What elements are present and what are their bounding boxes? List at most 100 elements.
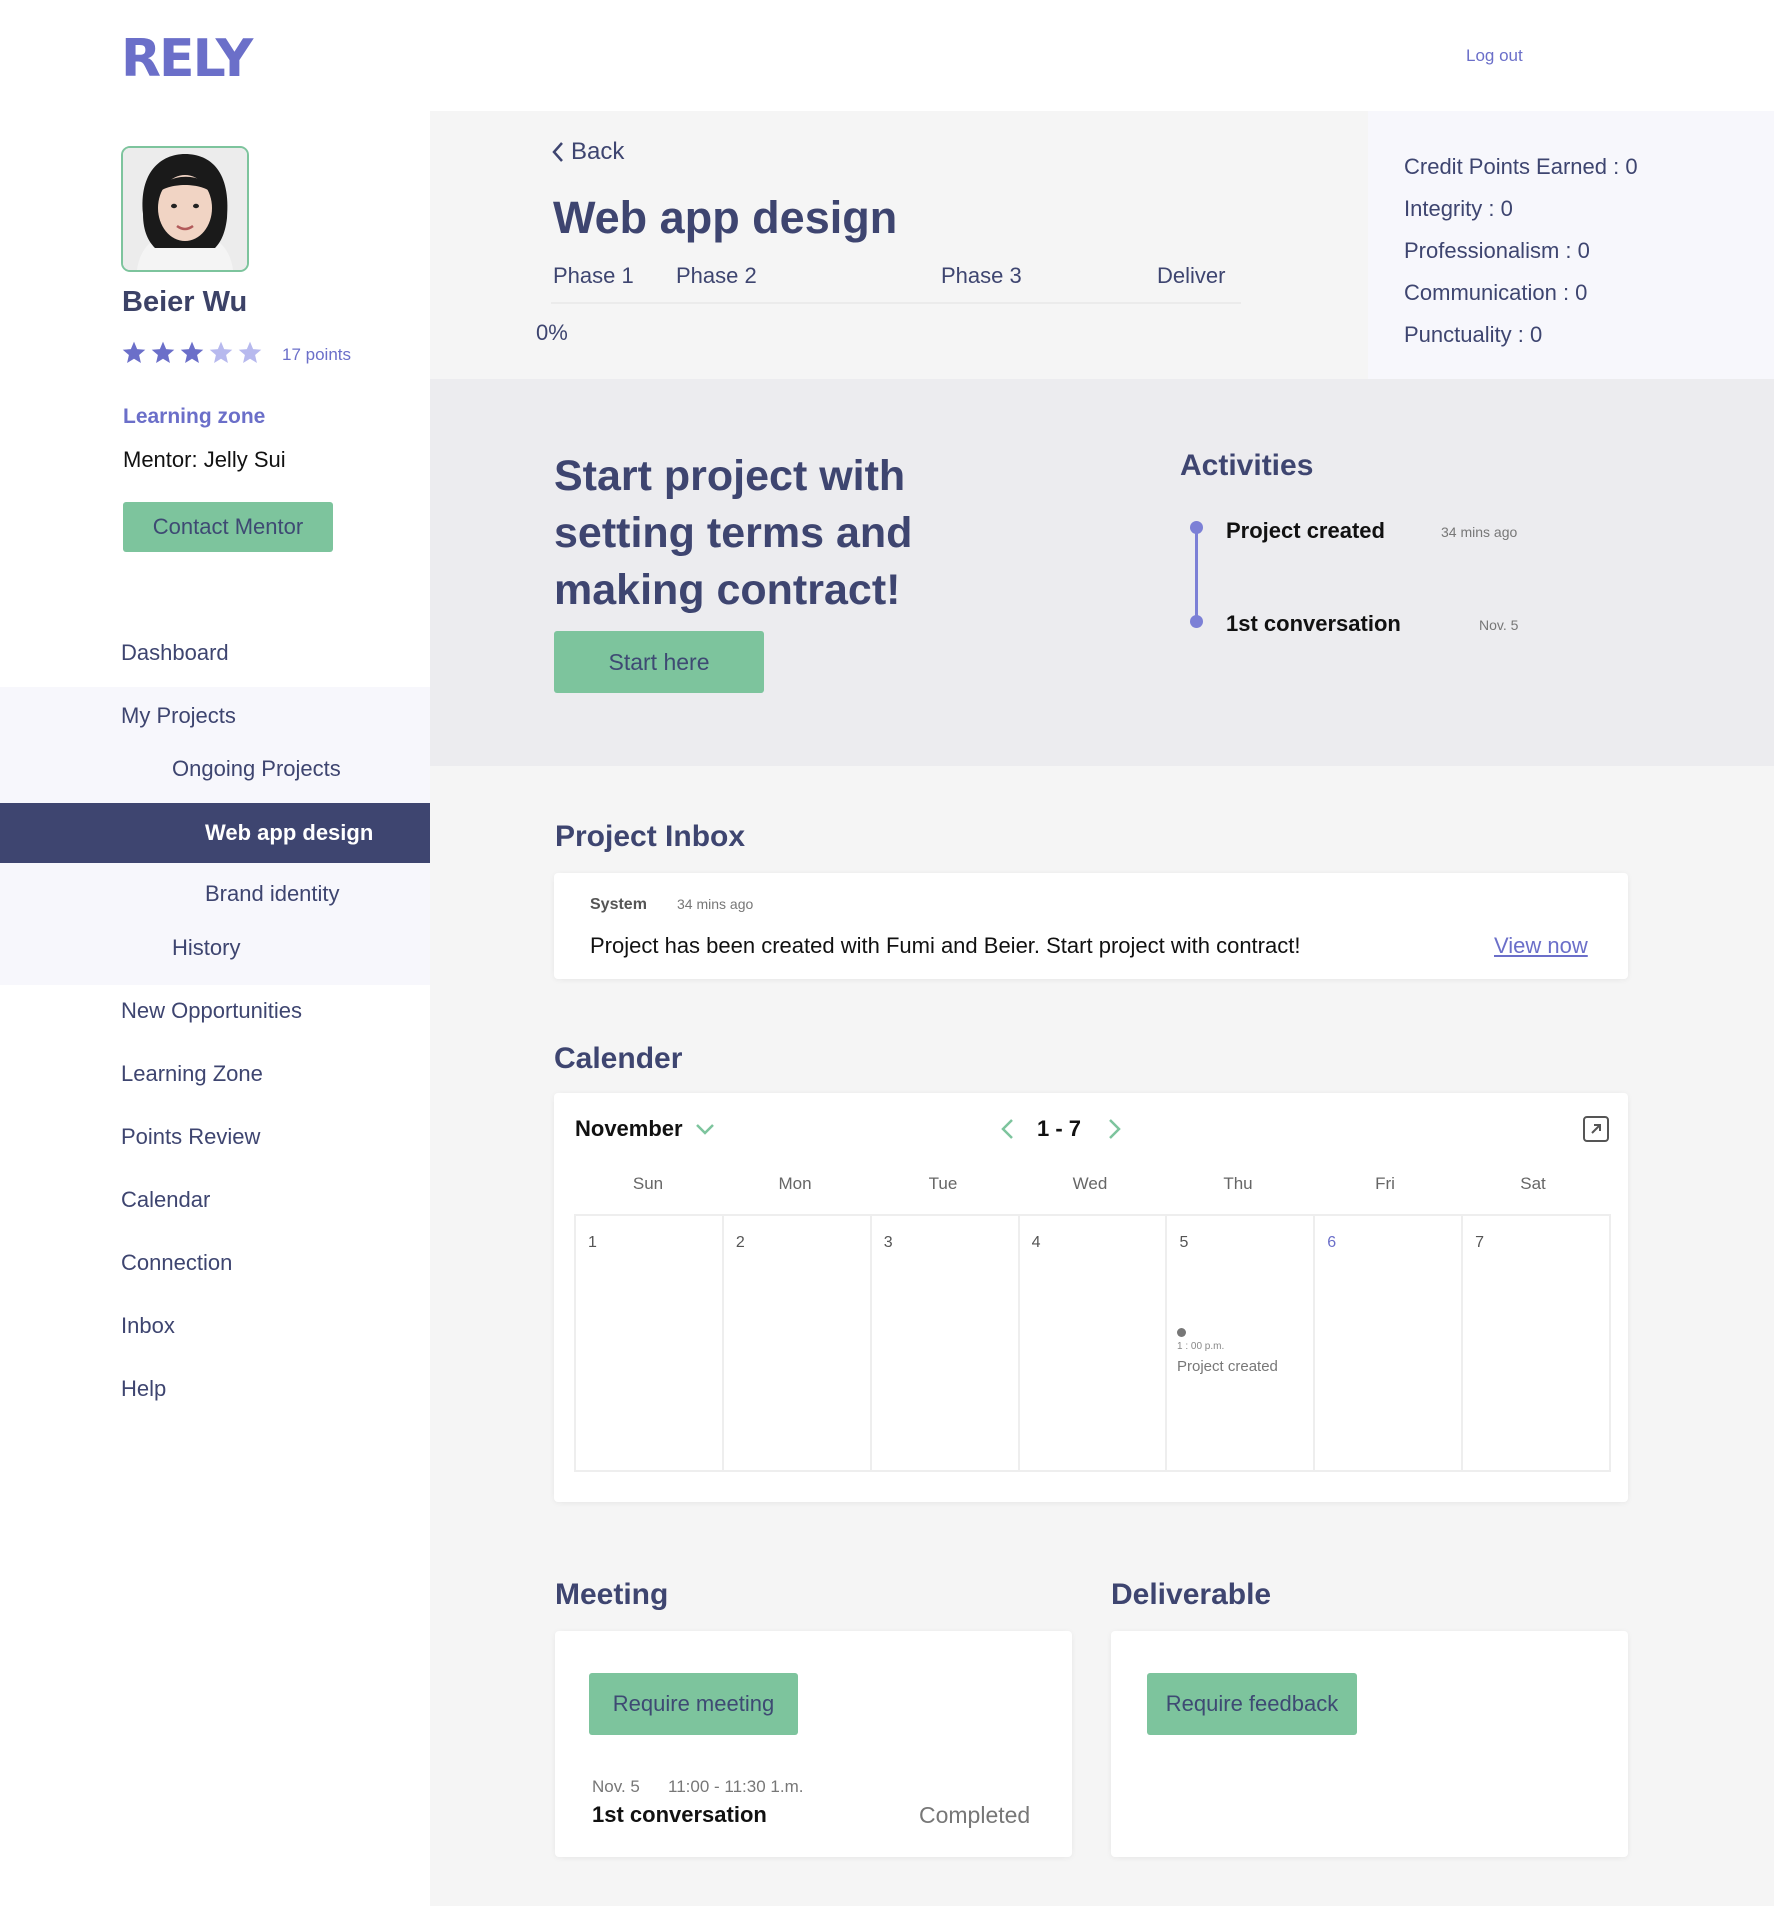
chevron-down-icon bbox=[695, 1124, 714, 1135]
nav-brand-identity[interactable]: Brand identity bbox=[205, 881, 340, 907]
deliver-label: Deliver bbox=[1157, 263, 1226, 288]
calendar-day-cell[interactable]: 2 bbox=[724, 1216, 872, 1470]
meeting-status: Completed bbox=[919, 1802, 1031, 1828]
learning-zone-label: Learning zone bbox=[123, 405, 266, 428]
event-time: 1 : 00 p.m. bbox=[1177, 1341, 1225, 1352]
stat-punctuality: Punctuality : 0 bbox=[1404, 322, 1543, 347]
nav-my-projects[interactable]: My Projects bbox=[121, 703, 236, 729]
avatar bbox=[121, 146, 249, 272]
meeting-hours: 11:00 - 11:30 1.m. bbox=[668, 1777, 804, 1796]
phase-2-label: Phase 2 bbox=[676, 263, 757, 288]
meeting-title: Meeting bbox=[555, 1578, 669, 1611]
month-label: November bbox=[575, 1116, 683, 1141]
activity-time: Nov. 5 bbox=[1479, 617, 1519, 633]
star-icon bbox=[209, 341, 233, 363]
nav-connection[interactable]: Connection bbox=[121, 1250, 232, 1276]
timeline-dot bbox=[1190, 521, 1203, 534]
timeline-dot bbox=[1190, 615, 1203, 628]
back-label: Back bbox=[571, 138, 625, 165]
day-of-week: Sun bbox=[632, 1174, 664, 1193]
require-meeting-button[interactable]: Require meeting bbox=[589, 1673, 798, 1735]
day-of-week: Thu bbox=[1223, 1174, 1253, 1193]
date-number: 5 bbox=[1179, 1234, 1189, 1251]
logout-link[interactable]: Log out bbox=[1466, 46, 1523, 66]
nav-history[interactable]: History bbox=[172, 935, 240, 961]
nav-learning-zone[interactable]: Learning Zone bbox=[121, 1061, 263, 1087]
expand-icon[interactable] bbox=[1582, 1115, 1610, 1143]
view-now-link[interactable]: View now bbox=[1494, 933, 1588, 959]
mentor-name: Mentor: Jelly Sui bbox=[123, 447, 286, 472]
date-number: 2 bbox=[735, 1234, 745, 1251]
week-range: 1 - 7 bbox=[1037, 1116, 1082, 1141]
inbox-card bbox=[554, 873, 1628, 979]
nav-dashboard[interactable]: Dashboard bbox=[121, 640, 229, 666]
stat-communication: Communication : 0 bbox=[1404, 280, 1588, 305]
meeting-name: 1st conversation bbox=[592, 1802, 767, 1827]
chevron-left-icon bbox=[552, 142, 563, 162]
activity-label: Project created bbox=[1226, 518, 1385, 543]
points-count: 17 points bbox=[282, 345, 351, 364]
start-here-button[interactable]: Start here bbox=[554, 631, 764, 693]
day-of-week: Tue bbox=[928, 1174, 958, 1193]
star-icon bbox=[238, 341, 262, 363]
nav-ongoing-projects[interactable]: Ongoing Projects bbox=[172, 756, 341, 782]
stat-credit-points: Credit Points Earned : 0 bbox=[1404, 154, 1638, 179]
date-number: 3 bbox=[883, 1234, 893, 1251]
next-week-arrow-icon[interactable] bbox=[1103, 1117, 1125, 1141]
calendar-day-cell[interactable]: 4 bbox=[1020, 1216, 1168, 1470]
date-number: 7 bbox=[1475, 1234, 1485, 1251]
date-number: 4 bbox=[1031, 1234, 1041, 1251]
day-of-week: Sat bbox=[1520, 1174, 1546, 1193]
star-icon bbox=[151, 341, 175, 363]
project-inbox-title: Project Inbox bbox=[555, 820, 746, 853]
calendar-day-cell[interactable]: 1 bbox=[576, 1216, 724, 1470]
contact-mentor-button[interactable]: Contact Mentor bbox=[123, 502, 333, 552]
activity-label: 1st conversation bbox=[1226, 611, 1401, 636]
nav-calendar[interactable]: Calendar bbox=[121, 1187, 210, 1213]
event-label[interactable]: Project created bbox=[1177, 1358, 1278, 1375]
calendar-day-cell[interactable]: 3 bbox=[872, 1216, 1020, 1470]
deliverable-card bbox=[1111, 1631, 1628, 1857]
timeline-line bbox=[1195, 528, 1198, 624]
inbox-time: 34 mins ago bbox=[677, 896, 754, 912]
nav-help[interactable]: Help bbox=[121, 1376, 166, 1402]
back-button[interactable]: Back bbox=[551, 138, 624, 166]
nav-points-review[interactable]: Points Review bbox=[121, 1124, 260, 1150]
calendar-title: Calender bbox=[554, 1042, 683, 1075]
calendar-day-cell-today[interactable]: 6 bbox=[1315, 1216, 1464, 1470]
inbox-sender: System bbox=[590, 896, 647, 913]
stat-integrity: Integrity : 0 bbox=[1404, 196, 1513, 221]
rating-stars bbox=[121, 340, 263, 366]
rely-logo: RELY bbox=[121, 30, 257, 82]
event-dot bbox=[1177, 1328, 1186, 1337]
nav-inbox[interactable]: Inbox bbox=[121, 1313, 175, 1339]
day-of-week: Wed bbox=[1072, 1174, 1108, 1193]
date-number: 6 bbox=[1327, 1234, 1337, 1251]
day-of-week: Mon bbox=[778, 1174, 812, 1193]
nav-web-app-design[interactable]: Web app design bbox=[0, 803, 430, 863]
inbox-message: Project has been created with Fumi and B… bbox=[590, 933, 1301, 958]
hero-headline: Start project with setting terms and mak… bbox=[554, 452, 913, 614]
phase-3-label: Phase 3 bbox=[941, 263, 1022, 288]
svg-text:RELY: RELY bbox=[121, 30, 255, 82]
month-dropdown[interactable]: November bbox=[575, 1116, 715, 1142]
user-name: Beier Wu bbox=[122, 286, 248, 318]
activities-title: Activities bbox=[1180, 449, 1314, 482]
deliverable-title: Deliverable bbox=[1111, 1578, 1272, 1611]
date-number: 1 bbox=[588, 1234, 597, 1251]
activity-time: 34 mins ago bbox=[1441, 524, 1518, 540]
calendar-grid: 1 2 3 4 5 6 7 bbox=[574, 1214, 1611, 1472]
star-icon bbox=[122, 341, 146, 363]
project-title: Web app design bbox=[553, 192, 898, 243]
nav-new-opportunities[interactable]: New Opportunities bbox=[121, 998, 302, 1024]
progress-track bbox=[551, 302, 1241, 304]
meeting-date: Nov. 5 bbox=[592, 1777, 640, 1796]
calendar-day-cell[interactable]: 7 bbox=[1463, 1216, 1609, 1470]
progress-percent: 0% bbox=[536, 320, 568, 345]
require-feedback-button[interactable]: Require feedback bbox=[1147, 1673, 1357, 1735]
day-of-week: Fri bbox=[1375, 1174, 1395, 1193]
phase-1-label: Phase 1 bbox=[553, 263, 634, 288]
star-icon bbox=[180, 341, 204, 363]
prev-week-arrow-icon[interactable] bbox=[997, 1117, 1019, 1141]
stat-professionalism: Professionalism : 0 bbox=[1404, 238, 1590, 263]
